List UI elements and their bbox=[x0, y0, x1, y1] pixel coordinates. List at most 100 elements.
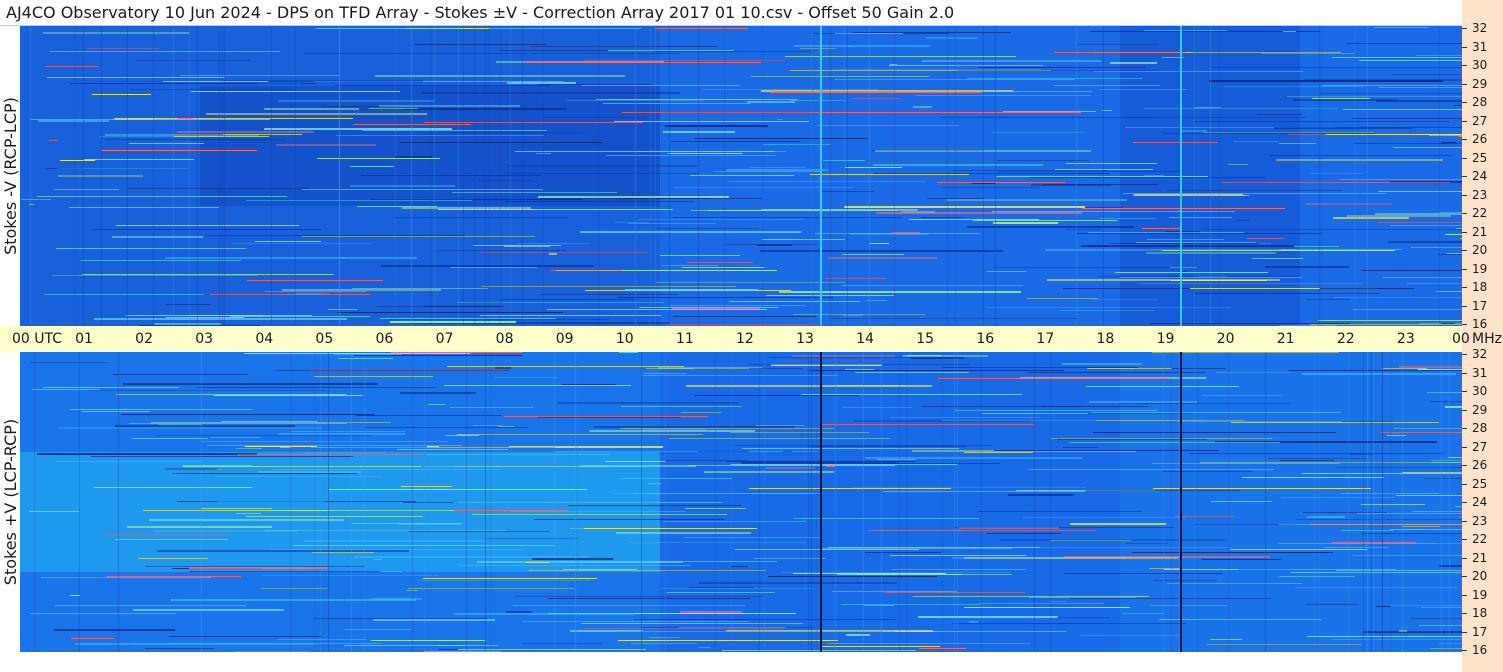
frequency-tick bbox=[1462, 120, 1467, 122]
frequency-label: 32 bbox=[1472, 21, 1488, 35]
utc-hour-label: 22 bbox=[1336, 331, 1355, 347]
utc-hour-label: 01 bbox=[75, 331, 93, 347]
frequency-tick bbox=[1462, 139, 1467, 140]
frequency-tick bbox=[1462, 520, 1467, 522]
frequency-tick bbox=[1462, 157, 1467, 159]
frequency-label: 21 bbox=[1472, 224, 1488, 239]
frequency-tick bbox=[1462, 83, 1467, 85]
frequency-label: 29 bbox=[1472, 402, 1488, 417]
frequency-tick bbox=[1462, 324, 1467, 325]
frequency-tick bbox=[1462, 28, 1467, 29]
frequency-label: 18 bbox=[1472, 606, 1488, 620]
frequency-label: 22 bbox=[1472, 532, 1488, 546]
frequency-label: 29 bbox=[1472, 76, 1488, 91]
frequency-tick bbox=[1462, 65, 1467, 66]
frequency-label: 17 bbox=[1472, 298, 1488, 313]
utc-hour-label: 08 bbox=[495, 331, 514, 347]
frequency-tick bbox=[1462, 409, 1467, 411]
utc-hour-label: 19 bbox=[1156, 331, 1175, 347]
frequency-label: 24 bbox=[1472, 169, 1488, 183]
frequency-label: 30 bbox=[1472, 384, 1488, 398]
frequency-label: 25 bbox=[1472, 476, 1488, 491]
utc-hour-label: 00 bbox=[1452, 331, 1470, 347]
utc-hour-label: 18 bbox=[1096, 331, 1115, 347]
utc-hour-label: 09 bbox=[555, 331, 574, 347]
spectrogram-image bbox=[20, 352, 1462, 652]
utc-hour-label: 12 bbox=[736, 331, 754, 347]
utc-hour-label: 15 bbox=[916, 331, 935, 347]
frequency-label: 31 bbox=[1472, 365, 1488, 380]
utc-hour-label: 11 bbox=[675, 331, 694, 347]
frequency-tick bbox=[1462, 305, 1467, 307]
frequency-label: 27 bbox=[1472, 113, 1488, 128]
frequency-label: 26 bbox=[1472, 458, 1488, 472]
utc-hour-label: 07 bbox=[435, 331, 454, 347]
utc-hour-label: 23 bbox=[1396, 331, 1415, 347]
spectrogram-top-panel bbox=[20, 26, 1462, 326]
frequency-tick bbox=[1462, 613, 1467, 614]
frequency-tick bbox=[1462, 576, 1467, 577]
frequency-tick bbox=[1462, 194, 1467, 196]
frequency-label: 20 bbox=[1472, 243, 1488, 257]
frequency-label: 30 bbox=[1472, 58, 1488, 72]
frequency-label: 16 bbox=[1472, 643, 1488, 657]
top-frame-line bbox=[0, 25, 1462, 26]
frequency-tick bbox=[1462, 650, 1467, 651]
bottom-panel-ylabel: Stokes +V (LCP-RCP) bbox=[1, 418, 20, 586]
utc-hour-label: 10 bbox=[615, 331, 634, 347]
frequency-label: 26 bbox=[1472, 132, 1488, 146]
utc-hour-label: 05 bbox=[315, 331, 334, 347]
utc-time-axis: 00 UTC 01 02 03 04 05 06 07 08 09 10 11 12 13 14 15 16 17… bbox=[0, 326, 1470, 352]
frequency-tick bbox=[1462, 539, 1467, 540]
frequency-tick bbox=[1462, 287, 1467, 288]
utc-hour-label: 13 bbox=[796, 331, 814, 347]
utc-hour-label: 02 bbox=[135, 331, 153, 347]
utc-hour-label: 03 bbox=[195, 331, 214, 347]
frequency-axis-bottom: 32 31 30 29 28 27 26 25 24 23 22 21 20 19 18 17 16 bbox=[1462, 347, 1503, 657]
frequency-label: 28 bbox=[1472, 421, 1488, 435]
frequency-tick bbox=[1462, 483, 1467, 485]
utc-hour-label: 00 UTC bbox=[12, 331, 63, 347]
utc-hour-label: 06 bbox=[375, 331, 394, 347]
spectrogram-page: AJ4CO Observatory 10 Jun 2024 - DPS on T… bbox=[0, 0, 1503, 672]
top-panel-ylabel: Stokes -V (RCP-LCP) bbox=[1, 97, 20, 255]
frequency-tick bbox=[1462, 631, 1467, 633]
frequency-tick bbox=[1462, 176, 1467, 177]
frequency-tick bbox=[1462, 372, 1467, 374]
utc-hour-label: 17 bbox=[1036, 331, 1055, 347]
frequency-tick bbox=[1462, 502, 1467, 503]
frequency-label: 17 bbox=[1472, 624, 1488, 639]
frequency-label: 22 bbox=[1472, 206, 1488, 220]
frequency-tick bbox=[1462, 446, 1467, 448]
frequency-unit-label: MHz bbox=[1472, 331, 1502, 347]
utc-hour-label: 20 bbox=[1216, 331, 1235, 347]
frequency-label: 23 bbox=[1472, 187, 1488, 202]
frequency-label: 28 bbox=[1472, 95, 1488, 109]
frequency-label: 19 bbox=[1472, 261, 1488, 276]
spectrogram-bottom-panel bbox=[20, 352, 1462, 652]
frequency-tick bbox=[1462, 391, 1467, 392]
utc-hour-label: 04 bbox=[255, 331, 274, 347]
frequency-tick bbox=[1462, 46, 1467, 48]
frequency-label: 25 bbox=[1472, 150, 1488, 165]
frequency-label: 23 bbox=[1472, 513, 1488, 528]
frequency-label: 27 bbox=[1472, 439, 1488, 454]
frequency-label: 24 bbox=[1472, 495, 1488, 509]
frequency-tick bbox=[1462, 428, 1467, 429]
page-title: AJ4CO Observatory 10 Jun 2024 - DPS on T… bbox=[6, 3, 955, 22]
utc-hour-label: 21 bbox=[1276, 331, 1295, 347]
frequency-tick bbox=[1462, 594, 1467, 596]
frequency-tick bbox=[1462, 102, 1467, 103]
frequency-label: 21 bbox=[1472, 550, 1488, 565]
frequency-label: 20 bbox=[1472, 569, 1488, 583]
frequency-tick bbox=[1462, 250, 1467, 251]
frequency-tick bbox=[1462, 268, 1467, 270]
spectrogram-image bbox=[20, 26, 1462, 326]
frequency-label: 18 bbox=[1472, 280, 1488, 294]
frequency-tick bbox=[1462, 557, 1467, 559]
frequency-tick bbox=[1462, 465, 1467, 466]
frequency-label: 31 bbox=[1472, 39, 1488, 54]
frequency-label: 19 bbox=[1472, 587, 1488, 602]
frequency-tick bbox=[1462, 231, 1467, 233]
frequency-tick bbox=[1462, 213, 1467, 214]
